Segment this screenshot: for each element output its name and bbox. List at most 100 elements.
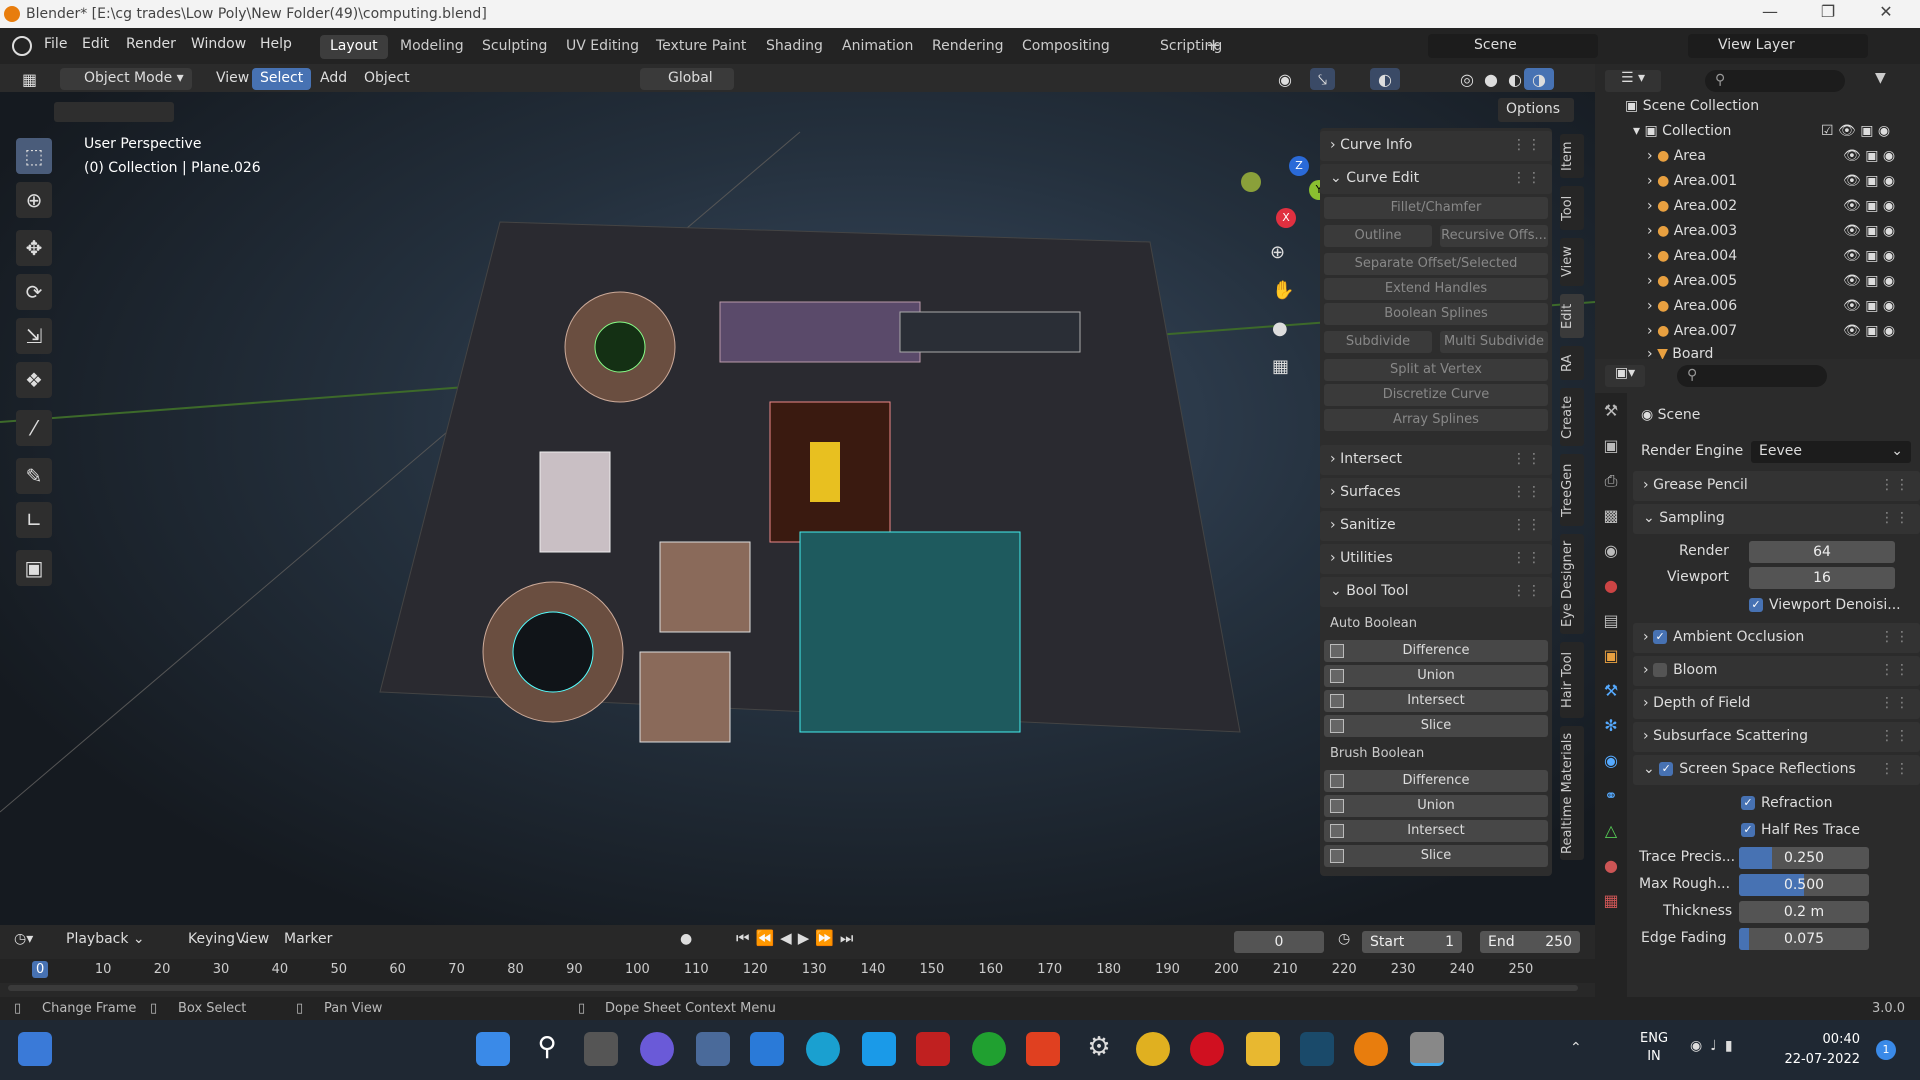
camera-view-icon[interactable]: ● (1272, 318, 1288, 339)
notification-badge[interactable]: 1 (1876, 1040, 1896, 1060)
object-mode-dropdown[interactable]: Object Mode ▾ (60, 68, 192, 90)
start-menu-icon[interactable] (476, 1032, 510, 1066)
outliner-item-area-005[interactable]: › ● Area.005 👁 ▣ ◉ (1595, 273, 1920, 298)
options-dropdown[interactable]: Options (1498, 98, 1574, 122)
visibility-toggles[interactable]: 👁 ▣ ◉ (1843, 148, 1895, 164)
scene-collection-row[interactable]: ▣ Scene Collection (1595, 98, 1920, 123)
half-res-trace-row[interactable]: ✓ Half Res Trace (1633, 816, 1920, 846)
outliner-item-area-003[interactable]: › ● Area.003 👁 ▣ ◉ (1595, 223, 1920, 248)
menu-object[interactable]: Object (356, 68, 418, 90)
max-roughness-slider[interactable]: 0.500 (1739, 874, 1869, 896)
start-frame-field[interactable]: Start 1 (1362, 931, 1462, 953)
tab-realtime-materials[interactable]: Realtime Materials (1560, 726, 1584, 860)
visibility-toggles[interactable]: 👁 ▣ ◉ (1843, 173, 1895, 189)
grease-pencil-header[interactable]: › Grease Pencil ⋮⋮ (1633, 471, 1920, 501)
edge-fading-slider[interactable]: 0.075 (1739, 928, 1869, 950)
tab-animation[interactable]: Animation (832, 35, 923, 59)
object-tab-icon[interactable]: ▣ (1595, 638, 1627, 673)
refraction-checkbox[interactable]: ✓ (1741, 796, 1755, 810)
tab-tool[interactable]: Tool (1560, 186, 1584, 230)
language-indicator[interactable]: ENG IN (1640, 1030, 1668, 1066)
brush-slice-button[interactable]: Slice (1324, 845, 1548, 867)
task-view-icon[interactable] (584, 1032, 618, 1066)
tab-modeling[interactable]: Modeling (390, 35, 474, 59)
zoom-icon[interactable]: ⊕ (1270, 242, 1285, 263)
view-layer-tab-icon[interactable]: ▩ (1595, 498, 1627, 533)
ssr-header[interactable]: ⌄ ✓ Screen Space Reflections ⋮⋮ (1633, 755, 1920, 785)
exclude-checkbox[interactable]: ☑ 👁 ▣ ◉ (1821, 123, 1890, 139)
minimize-icon[interactable]: — (1748, 2, 1792, 26)
blender-taskbar-icon[interactable] (1354, 1032, 1388, 1066)
view-layer-selector[interactable]: View Layer (1688, 34, 1868, 58)
ambient-occlusion-header[interactable]: › ✓ Ambient Occlusion ⋮⋮ (1633, 623, 1920, 653)
tab-layout[interactable]: Layout (320, 35, 388, 59)
bool-tool-header[interactable]: ⌄ Bool Tool ⋮⋮ (1320, 577, 1552, 607)
outliner-item-area-001[interactable]: › ● Area.001 👁 ▣ ◉ (1595, 173, 1920, 198)
collection-tab-icon[interactable]: ▤ (1595, 603, 1627, 638)
mcafee-icon[interactable] (916, 1032, 950, 1066)
auto-union-button[interactable]: Union (1324, 665, 1548, 687)
chrome-icon[interactable] (1136, 1032, 1170, 1066)
tab-view[interactable]: View (1560, 238, 1584, 286)
tab-uv-editing[interactable]: UV Editing (556, 35, 649, 59)
menu-add[interactable]: Add (312, 68, 355, 90)
teams-chat-icon[interactable] (640, 1032, 674, 1066)
separate-offset-button[interactable]: Separate Offset/Selected (1324, 253, 1548, 275)
navigation-gizmo[interactable]: Z Y X (1240, 152, 1329, 232)
restore-icon[interactable]: ❐ (1806, 2, 1850, 26)
visibility-toggles[interactable]: 👁 ▣ ◉ (1843, 223, 1895, 239)
visibility-toggles[interactable]: 👁 ▣ ◉ (1843, 248, 1895, 264)
auto-intersect-button[interactable]: Intersect (1324, 690, 1548, 712)
menu-window[interactable]: Window (191, 36, 246, 52)
tab-rendering[interactable]: Rendering (922, 35, 1014, 59)
office-icon[interactable] (1026, 1032, 1060, 1066)
tab-hair-tool[interactable]: Hair Tool (1560, 642, 1584, 718)
scale-tool-icon[interactable]: ⇲ (16, 318, 52, 354)
subdivide-button[interactable]: Subdivide (1324, 331, 1432, 353)
close-icon[interactable]: ✕ (1864, 2, 1908, 26)
particles-tab-icon[interactable]: ✻ (1595, 708, 1627, 743)
move-tool-icon[interactable]: ✥ (16, 230, 52, 266)
boolean-splines-button[interactable]: Boolean Splines (1324, 303, 1548, 325)
menu-help[interactable]: Help (260, 36, 292, 52)
texture-tab-icon[interactable]: ▦ (1595, 883, 1627, 918)
tray-chevron-icon[interactable]: ⌃ (1570, 1040, 1582, 1056)
thickness-field[interactable]: 0.2 m (1739, 901, 1869, 923)
curve-info-header[interactable]: › Curve Info ⋮⋮ (1320, 131, 1552, 161)
scene-selector[interactable]: Scene (1428, 34, 1598, 58)
outliner-item-area[interactable]: › ● Area 👁 ▣ ◉ (1595, 148, 1920, 173)
widgets-icon[interactable] (18, 1032, 52, 1066)
sampling-header[interactable]: ⌄ Sampling ⋮⋮ (1633, 504, 1920, 534)
properties-search-input[interactable]: ⚲ (1677, 365, 1827, 387)
split-at-vertex-button[interactable]: Split at Vertex (1324, 359, 1548, 381)
subsurface-scattering-header[interactable]: › Subsurface Scattering ⋮⋮ (1633, 722, 1920, 752)
output-tab-icon[interactable]: ⎙ (1595, 463, 1627, 498)
surfaces-header[interactable]: › Surfaces ⋮⋮ (1320, 478, 1552, 508)
gizmo-z-axis[interactable]: Z (1289, 156, 1309, 176)
modifier-tab-icon[interactable]: ⚒ (1595, 673, 1627, 708)
timeline-editor-type-icon[interactable]: ◷▾ (14, 931, 48, 953)
tab-shading[interactable]: Shading (756, 35, 833, 59)
edge-browser-icon[interactable] (806, 1032, 840, 1066)
current-frame-field[interactable]: 0 (1234, 931, 1324, 953)
timeline-scrollbar[interactable] (8, 985, 1578, 991)
viewport-denoise-row[interactable]: ✓ Viewport Denoisi... (1633, 591, 1920, 621)
outliner-item-area-002[interactable]: › ● Area.002 👁 ▣ ◉ (1595, 198, 1920, 223)
gizmo-x-axis[interactable]: X (1276, 208, 1296, 228)
physics-tab-icon[interactable]: ◉ (1595, 743, 1627, 778)
annotate-pen-icon[interactable]: ✎ (16, 458, 52, 494)
tab-sculpting[interactable]: Sculpting (472, 35, 557, 59)
add-cube-tool-icon[interactable]: ▣ (16, 550, 52, 586)
marker-menu[interactable]: Marker (276, 929, 340, 951)
visibility-toggles[interactable]: 👁 ▣ ◉ (1843, 298, 1895, 314)
perspective-toggle-icon[interactable]: ▦ (1272, 356, 1289, 377)
tray-icons[interactable]: ◉♩▮ (1690, 1038, 1741, 1054)
mail-icon[interactable] (750, 1032, 784, 1066)
pan-hand-icon[interactable]: ✋ (1272, 280, 1294, 301)
tab-treegen[interactable]: TreeGen (1560, 454, 1584, 526)
tab-compositing[interactable]: Compositing (1012, 35, 1120, 59)
outliner-item-area-004[interactable]: › ● Area.004 👁 ▣ ◉ (1595, 248, 1920, 273)
outliner-display-mode-icon[interactable]: ☰ ▾ (1605, 70, 1661, 92)
menu-render[interactable]: Render (126, 36, 176, 52)
editor-type-icon[interactable]: ▦ (14, 68, 45, 90)
